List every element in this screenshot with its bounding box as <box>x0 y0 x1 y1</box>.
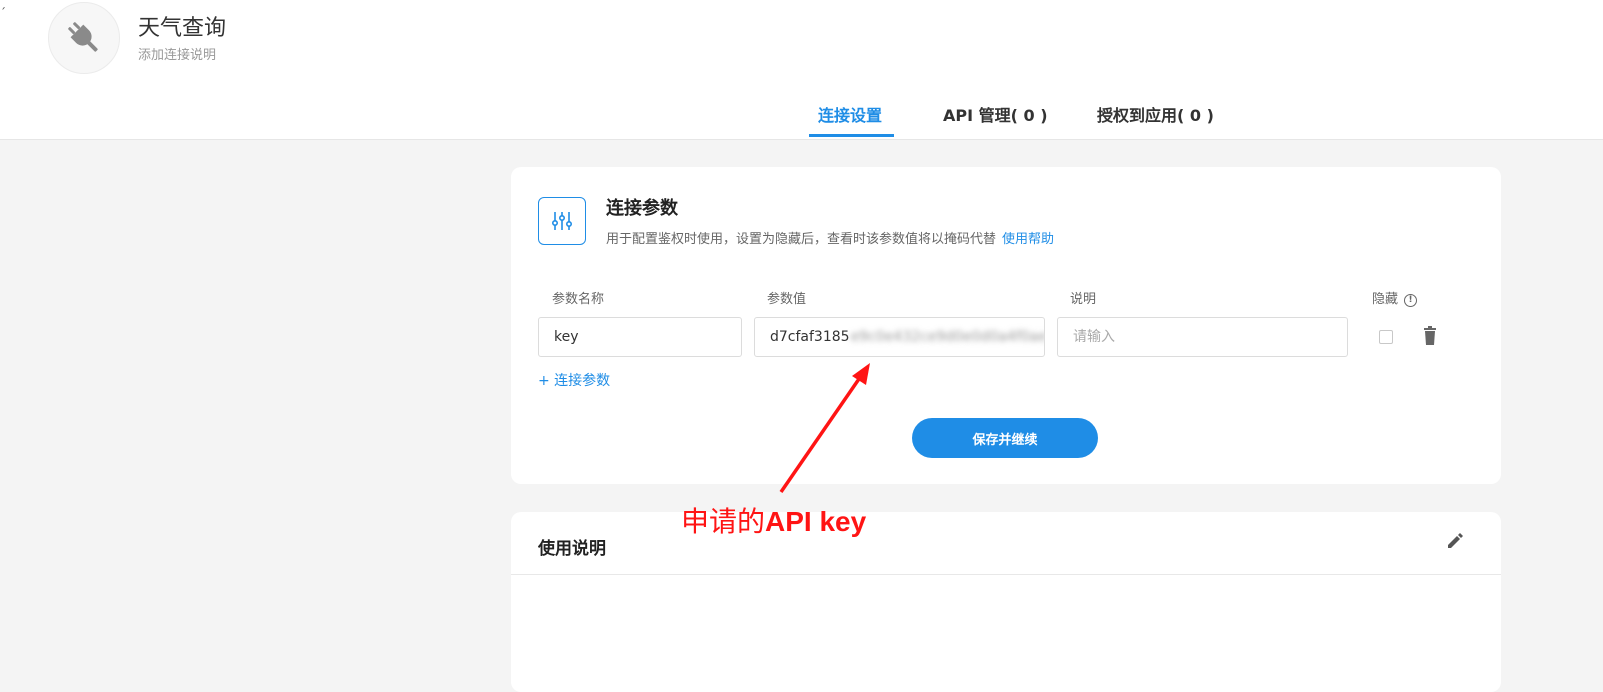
usage-card: 使用说明 <box>511 512 1501 692</box>
tab-bar: 连接设置 API 管理( 0 ) 授权到应用( 0 ) <box>0 90 1603 138</box>
description-text: 用于配置鉴权时使用，设置为隐藏后，查看时该参数值将以掩码代替 <box>606 232 997 247</box>
divider <box>511 574 1501 575</box>
header: ˊ 天气查询 添加连接说明 连接设置 API 管理( 0 ) 授权到应用( 0 … <box>0 0 1603 140</box>
column-header-note: 说明 <box>1070 292 1097 307</box>
param-value-visible: d7cfaf3185 <box>770 329 850 345</box>
param-value-masked: e9c0e432ce9d0e0d0a4f0ae <box>850 329 1045 345</box>
hidden-checkbox[interactable] <box>1379 330 1393 344</box>
add-description-link[interactable]: 添加连接说明 <box>138 44 216 63</box>
param-name-input[interactable] <box>538 317 742 357</box>
plug-icon <box>48 2 120 74</box>
back-icon[interactable]: ˊ <box>0 7 6 19</box>
param-value-input[interactable]: d7cfaf3185e9c0e432ce9d0e0d0a4f0ae <box>754 317 1045 357</box>
connection-params-card: 连接参数 用于配置鉴权时使用，设置为隐藏后，查看时该参数值将以掩码代替 使用帮助 … <box>511 167 1501 484</box>
connection-params-title: 连接参数 <box>606 198 678 219</box>
trash-icon[interactable] <box>1422 326 1438 346</box>
hidden-label: 隐藏 <box>1372 292 1399 307</box>
column-header-name: 参数名称 <box>552 292 605 307</box>
save-and-continue-button[interactable]: 保存并继续 <box>912 418 1098 458</box>
page-title: 天气查询 <box>138 16 227 41</box>
annotation-bold: API key <box>765 506 867 537</box>
tab-api-management[interactable]: API 管理( 0 ) <box>943 102 1048 126</box>
connection-params-description: 用于配置鉴权时使用，设置为隐藏后，查看时该参数值将以掩码代替 使用帮助 <box>606 228 1054 247</box>
sliders-icon <box>538 197 586 245</box>
tab-authorize-apps[interactable]: 授权到应用( 0 ) <box>1097 102 1214 126</box>
column-header-value: 参数值 <box>767 292 807 307</box>
param-note-input[interactable] <box>1057 317 1348 357</box>
help-link[interactable]: 使用帮助 <box>1002 232 1054 247</box>
annotation-prefix: 申请的 <box>681 505 766 538</box>
add-param-link[interactable]: + 连接参数 <box>538 370 610 390</box>
column-header-hidden: 隐藏! <box>1372 288 1418 307</box>
tab-connection-settings[interactable]: 连接设置 <box>818 102 882 126</box>
info-icon[interactable]: ! <box>1404 294 1418 307</box>
annotation-label: 申请的API key <box>681 500 866 540</box>
usage-title: 使用说明 <box>538 539 606 559</box>
active-tab-indicator <box>809 134 894 137</box>
pencil-icon[interactable] <box>1446 532 1464 550</box>
